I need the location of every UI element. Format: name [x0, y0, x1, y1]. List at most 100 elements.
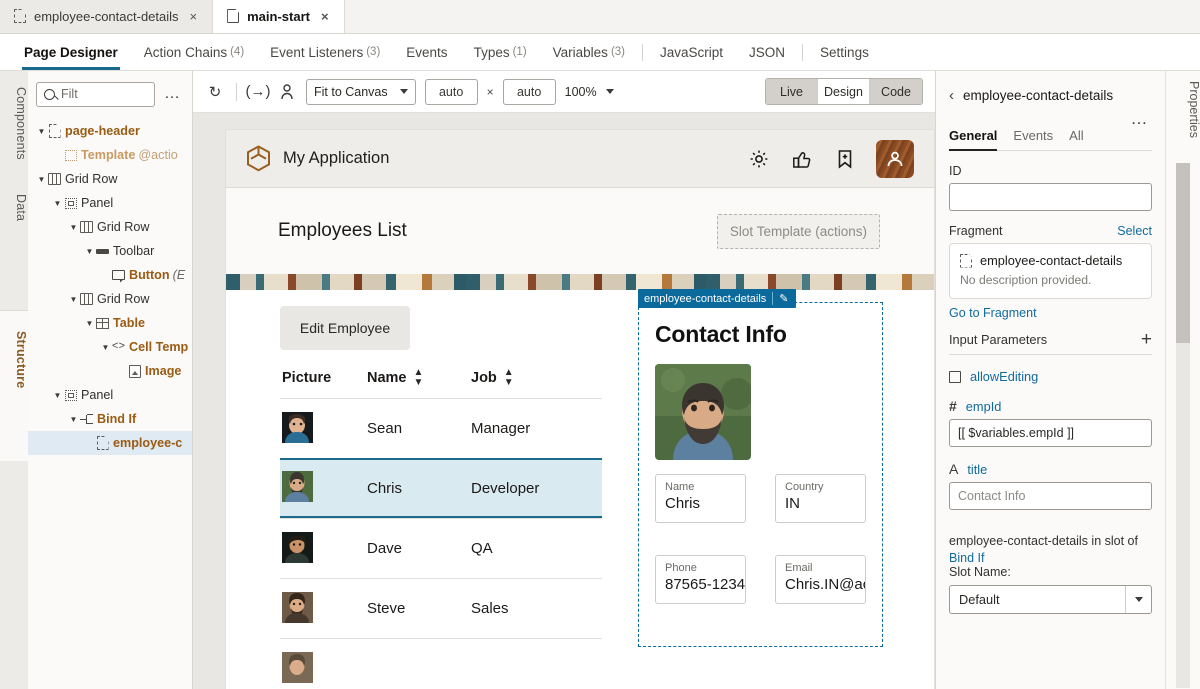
checkbox-icon[interactable]	[949, 370, 961, 383]
field-name[interactable]: Name Chris	[655, 474, 746, 523]
resize-handles-icon[interactable]: (→)	[246, 82, 271, 102]
column-header-picture[interactable]: Picture	[282, 368, 367, 388]
disclosure-caret-icon[interactable]: ▼	[68, 295, 79, 304]
tree-item[interactable]: ▼ Image	[28, 359, 192, 383]
tree-item[interactable]: ▼ Grid Row	[28, 215, 192, 239]
tree-item[interactable]: ▼ <> Cell Temp	[28, 335, 192, 359]
disclosure-caret-icon[interactable]: ▼	[116, 367, 127, 376]
zoom-level-label[interactable]: 100%	[565, 85, 597, 99]
gear-icon[interactable]	[747, 147, 770, 170]
field-country[interactable]: Country IN	[775, 474, 866, 523]
scrollbar-thumb[interactable]	[1176, 163, 1190, 343]
plus-icon[interactable]: +	[1141, 330, 1152, 349]
disclosure-caret-icon[interactable]: ▼	[36, 127, 47, 136]
tab-event-listeners[interactable]: Event Listeners (3)	[257, 34, 393, 70]
tree-item[interactable]: ▼ page-header	[28, 119, 192, 143]
field-phone[interactable]: Phone 87565-1234	[655, 555, 746, 604]
view-mode-code[interactable]: Code	[870, 79, 922, 104]
properties-scrollbar[interactable]	[1176, 163, 1190, 688]
person-icon[interactable]	[277, 82, 297, 102]
disclosure-caret-icon[interactable]: ▼	[100, 271, 111, 280]
thumbs-up-icon[interactable]	[790, 147, 813, 170]
fragment-contact-details[interactable]: Contact Info Name Chris Country IN Phone…	[638, 302, 883, 647]
rail-item-properties[interactable]: Properties	[1166, 71, 1200, 138]
disclosure-caret-icon[interactable]: ▼	[84, 439, 95, 448]
disclosure-caret-icon[interactable]: ▼	[84, 247, 95, 256]
canvas-height-input[interactable]: auto	[502, 78, 556, 105]
table-row[interactable]: Sean Manager	[280, 398, 602, 458]
tree-item[interactable]: ▼ employee-c	[28, 431, 192, 455]
go-to-fragment-link[interactable]: Go to Fragment	[949, 306, 1152, 320]
disclosure-caret-icon[interactable]: ▼	[52, 199, 63, 208]
tab-events[interactable]: Events	[1013, 128, 1053, 150]
zoom-chevron-down-icon[interactable]	[605, 89, 614, 94]
tree-item[interactable]: ▼ Panel	[28, 191, 192, 215]
disclosure-caret-icon[interactable]: ▼	[52, 391, 63, 400]
file-tab-main-start[interactable]: main-start ×	[213, 0, 345, 33]
fragment-selection-tag[interactable]: employee-contact-details ✎	[638, 289, 796, 308]
disclosure-caret-icon[interactable]: ▼	[52, 151, 63, 160]
table-row[interactable]	[280, 638, 602, 689]
slot-name-select[interactable]: Default	[949, 584, 1152, 614]
tree-item[interactable]: ▼ Panel	[28, 383, 192, 407]
tab-types[interactable]: Types (1)	[461, 34, 540, 70]
disclosure-caret-icon[interactable]: ▼	[68, 223, 79, 232]
tab-json[interactable]: JSON	[736, 34, 798, 70]
bookmark-add-icon[interactable]	[833, 147, 856, 170]
view-mode-live[interactable]: Live	[766, 79, 818, 104]
table-row[interactable]: Dave QA	[280, 518, 602, 578]
file-tab-employee-contact-details[interactable]: employee-contact-details ×	[0, 0, 214, 33]
tab-page-designer[interactable]: Page Designer	[11, 34, 131, 70]
param-allow-editing[interactable]: allowEditing	[949, 369, 1152, 384]
tab-settings[interactable]: Settings	[807, 34, 882, 70]
slot-parent-link[interactable]: Bind If	[949, 551, 1152, 565]
user-avatar-icon[interactable]	[876, 139, 914, 178]
disclosure-caret-icon[interactable]: ▼	[84, 319, 95, 328]
tab-action-chains[interactable]: Action Chains (4)	[131, 34, 257, 70]
structure-overflow-icon[interactable]: …	[161, 86, 184, 102]
chevron-left-icon[interactable]: ‹	[949, 87, 954, 104]
disclosure-caret-icon[interactable]: ▼	[68, 415, 79, 424]
view-mode-design[interactable]: Design	[818, 79, 870, 104]
slot-template-placeholder[interactable]: Slot Template (actions)	[716, 213, 880, 249]
edit-employee-button[interactable]: Edit Employee	[280, 306, 410, 350]
sort-icon[interactable]: ▲ ▼	[504, 368, 514, 388]
pencil-icon[interactable]: ✎	[779, 292, 795, 305]
tree-item[interactable]: ▼ Button(E	[28, 263, 192, 287]
refresh-icon[interactable]: ↻	[205, 82, 225, 102]
tab-events[interactable]: Events	[393, 34, 460, 70]
select-fragment-link[interactable]: Select	[1117, 224, 1152, 238]
close-icon[interactable]: ×	[318, 8, 332, 25]
param-title-input[interactable]: Contact Info	[949, 482, 1152, 510]
rail-item-structure[interactable]: Structure	[0, 325, 28, 394]
disclosure-caret-icon[interactable]: ▼	[100, 343, 111, 352]
column-header-job[interactable]: Job ▲ ▼	[471, 368, 600, 388]
tree-item[interactable]: ▼ Grid Row	[28, 167, 192, 191]
tab-all[interactable]: All	[1069, 128, 1083, 150]
column-header-name[interactable]: Name ▲ ▼	[367, 368, 471, 388]
rail-item-components[interactable]: Components	[0, 81, 28, 166]
tree-item[interactable]: ▼ Grid Row	[28, 287, 192, 311]
tree-item[interactable]: ▼ Bind If	[28, 407, 192, 431]
canvas-width-input[interactable]: auto	[424, 78, 478, 105]
id-input[interactable]	[949, 183, 1152, 211]
fragment-card[interactable]: employee-contact-details No description …	[949, 243, 1152, 299]
rail-item-data[interactable]: Data	[0, 188, 28, 227]
sort-icon[interactable]: ▲ ▼	[414, 368, 424, 388]
disclosure-caret-icon[interactable]: ▼	[36, 175, 47, 184]
canvas-fit-select[interactable]: Fit to Canvas	[306, 78, 416, 105]
field-email[interactable]: Email Chris.IN@ac	[775, 555, 866, 604]
tab-variables[interactable]: Variables (3)	[540, 34, 638, 70]
param-empid-input[interactable]: [[ $variables.empId ]]	[949, 419, 1152, 447]
close-icon[interactable]: ×	[187, 8, 201, 25]
chevron-down-icon[interactable]	[1125, 585, 1151, 613]
tree-item[interactable]: ▼ Template@actio	[28, 143, 192, 167]
table-row[interactable]: Chris Developer	[280, 458, 602, 518]
tree-item[interactable]: ▼ Toolbar	[28, 239, 192, 263]
properties-overflow-icon[interactable]: …	[949, 107, 1152, 127]
tab-general[interactable]: General	[949, 128, 998, 151]
structure-search-input[interactable]: Filt	[36, 81, 155, 107]
tree-item[interactable]: ▼ Table	[28, 311, 192, 335]
tab-javascript[interactable]: JavaScript	[647, 34, 736, 70]
table-row[interactable]: Steve Sales	[280, 578, 602, 638]
